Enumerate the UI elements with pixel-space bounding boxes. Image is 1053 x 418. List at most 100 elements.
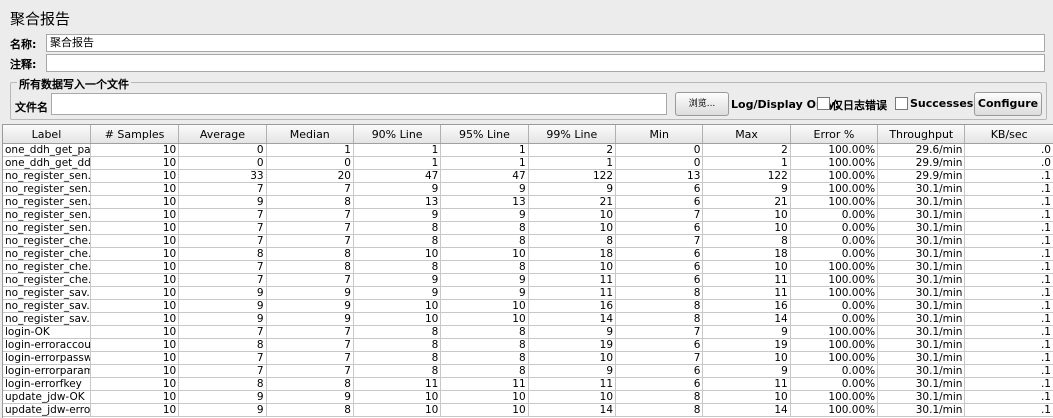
table-cell: 7 (178, 260, 267, 274)
comment-input[interactable] (46, 54, 1045, 72)
table-cell: no_register_sav... (3, 299, 91, 313)
table-cell: 9 (353, 208, 442, 222)
table-cell: 6 (615, 221, 704, 235)
table-cell: 8 (615, 403, 704, 417)
table-cell: 10 (90, 351, 180, 365)
table-cell: 30.1/min (877, 325, 966, 339)
errors-only-label[interactable]: 仅日志错误 (832, 97, 887, 113)
table-cell: login-errorpassw... (3, 351, 91, 365)
table-cell: 1 (528, 156, 617, 170)
table-row[interactable]: no_register_che... 10 7 8 8 8 10 6 10 100.00% 30.1… (3, 260, 1053, 274)
comment-row: 注释: (10, 54, 1045, 72)
table-cell: 8 (353, 221, 442, 235)
table-cell: 7 (178, 351, 267, 365)
table-cell: no_register_che... (3, 247, 91, 261)
table-row[interactable]: update_jdw-error...1098101014814100.00%3… (3, 403, 1053, 417)
table-row[interactable]: login-OK 10 7 7 8 8 9 7 9 100.00% 30.1/min .1 (3, 325, 1053, 339)
column-header[interactable]: Label (3, 125, 91, 144)
table-cell: 19 (528, 338, 617, 352)
table-cell: 13 (353, 195, 442, 209)
table-cell: .1 (964, 195, 1053, 209)
table-cell: .1 (964, 182, 1053, 196)
table-row[interactable]: no_register_sen... 10 9 8 13 13 21 6 21 100.00% 30… (3, 195, 1053, 209)
table-cell: 8 (266, 377, 354, 391)
table-cell: .1 (964, 403, 1053, 417)
table-row[interactable]: no_register_che... 10 8 8 10 10 18 6 18 0.00% 30.1… (3, 247, 1053, 261)
column-header[interactable]: Max (702, 125, 791, 144)
column-header[interactable]: 95% Line (440, 125, 529, 144)
table-cell: 30.1/min (877, 221, 966, 235)
name-input[interactable]: 聚合报告 (46, 34, 1045, 52)
table-cell: 30.1/min (877, 299, 966, 313)
column-header[interactable]: 99% Line (528, 125, 617, 144)
configure-button[interactable]: Configure (974, 92, 1042, 116)
table-row[interactable]: no_register_che... 10 7 7 8 8 8 7 8 0.00% 30.1/min… (3, 234, 1053, 248)
table-row[interactable]: no_register_sen... 10 7 7 9 9 9 6 9 100.00% 30.1/m… (3, 182, 1053, 196)
table-cell: 30.1/min (877, 208, 966, 222)
table-row[interactable]: no_register_sen... 10 7 7 9 9 10 7 10 0.00% 30.1/m… (3, 208, 1053, 222)
table-cell: 7 (178, 364, 267, 378)
column-header[interactable]: Throughput (877, 125, 966, 144)
table-row[interactable]: one_ddh_get_pa...100111202100.00%29.6/mi… (3, 143, 1053, 157)
table-cell: 7 (178, 234, 267, 248)
table-cell: 9 (178, 312, 267, 326)
table-cell: 9 (353, 182, 442, 196)
table-row[interactable]: login-errorparama1077889690.00%30.1/min.… (3, 364, 1053, 378)
table-cell: 10 (90, 312, 180, 326)
table-cell: 10 (528, 260, 617, 274)
table-cell: .1 (964, 234, 1053, 248)
errors-only-checkbox[interactable] (817, 97, 830, 110)
table-cell: 10 (353, 312, 442, 326)
table-row[interactable]: one_ddh_get_dd...100011101100.00%29.9/mi… (3, 156, 1053, 170)
file-output-group: 所有数据写入一个文件 文件名 浏览... Log/Display Only: 仅… (10, 76, 1047, 120)
table-row[interactable]: no_register_sav... 10 9 9 9 9 11 8 11 100.00% 30.1… (3, 286, 1053, 300)
column-header[interactable]: KB/sec (964, 125, 1053, 144)
browse-button[interactable]: 浏览... (675, 92, 729, 116)
column-header[interactable]: Median (266, 125, 354, 144)
aggregate-report-table[interactable]: Label # Samples Average Median 90% Line 95% L… (2, 124, 1053, 418)
table-cell: 6 (615, 377, 704, 391)
table-cell: 30.1/min (877, 260, 966, 274)
table-row[interactable]: login-errorpassw...10778810710100.00%30.… (3, 351, 1053, 365)
table-cell: 0 (615, 143, 704, 157)
table-row[interactable]: no_register_che... 10 7 7 9 9 11 6 11 100.00% 30.1… (3, 273, 1053, 287)
table-cell: 13 (440, 195, 529, 209)
table-cell: .1 (964, 390, 1053, 404)
table-cell: 100.00% (790, 169, 879, 183)
table-cell: 9 (266, 286, 354, 300)
column-header[interactable]: Error % (790, 125, 879, 144)
table-cell: 10 (440, 247, 529, 261)
column-header[interactable]: 90% Line (353, 125, 442, 144)
column-header[interactable]: Average (178, 125, 267, 144)
table-cell: 10 (90, 364, 180, 378)
table-cell: 7 (266, 325, 354, 339)
table-cell: .1 (964, 208, 1053, 222)
table-cell: 11 (528, 273, 617, 287)
table-row[interactable]: no_register_sav... 10 9 9 10 10 14 8 14 0.00% 30.1… (3, 312, 1053, 326)
table-body: one_ddh_get_pa...100111202100.00%29.6/mi… (3, 143, 1053, 417)
table-cell: 9 (528, 325, 617, 339)
table-row[interactable]: update_jdw-OK 10 9 9 10 10 10 8 10 100.00% 30.1/mi… (3, 390, 1053, 404)
table-cell: 8 (440, 260, 529, 274)
table-row[interactable]: no_register_sav... 10 9 9 10 10 16 8 16 0.00% 30.1… (3, 299, 1053, 313)
table-cell: 7 (178, 221, 267, 235)
table-row[interactable]: login-errorfkey 10 8 8 11 11 11 6 11 0.00% 30.1/mi… (3, 377, 1053, 391)
successes-checkbox[interactable] (895, 97, 908, 110)
table-row[interactable]: no_register_sen... 10 33 20 47 47 122 13 122 100.… (3, 169, 1053, 183)
table-cell: 7 (266, 221, 354, 235)
table-row[interactable]: no_register_sen... 10 7 7 8 8 10 6 10 0.00% 30.1/m… (3, 221, 1053, 235)
table-cell: .1 (964, 351, 1053, 365)
table-cell: 9 (178, 403, 267, 417)
table-cell: 1 (702, 156, 791, 170)
table-cell: 0.00% (790, 377, 879, 391)
column-header[interactable]: Min (615, 125, 704, 144)
column-header[interactable]: # Samples (90, 125, 180, 144)
table-cell: 100.00% (790, 260, 879, 274)
table-cell: 21 (528, 195, 617, 209)
table-cell: 10 (90, 377, 180, 391)
table-cell: 18 (702, 247, 791, 261)
successes-label[interactable]: Successes (910, 97, 973, 110)
table-cell: 10 (702, 208, 791, 222)
table-row[interactable]: login-erroraccount10878819619100.00%30.1… (3, 338, 1053, 352)
filename-input[interactable] (51, 93, 667, 115)
